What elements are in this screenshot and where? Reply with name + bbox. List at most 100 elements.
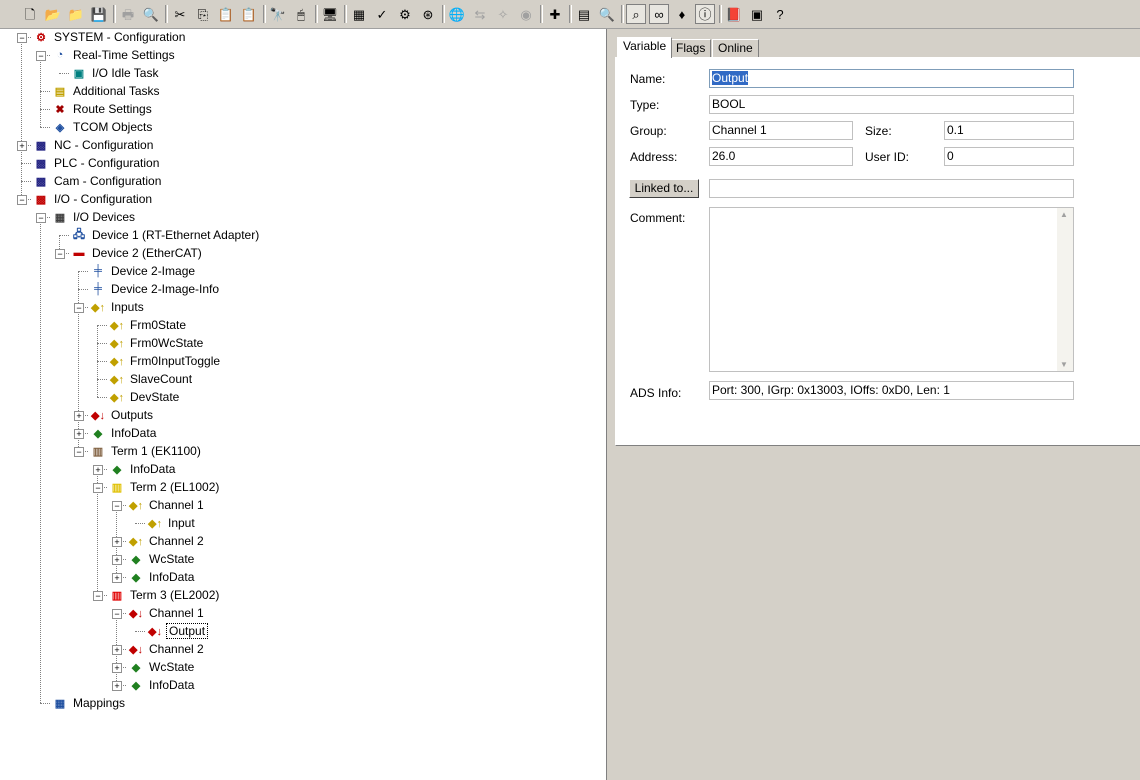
tree-node[interactable]: ▣ I/O Idle Task <box>71 64 160 82</box>
tree-node[interactable]: ▩ PLC - Configuration <box>33 154 161 172</box>
tree-node[interactable]: ◆↑ Input <box>147 514 197 532</box>
collapse-icon[interactable]: − <box>93 483 103 493</box>
collapse-icon[interactable]: − <box>112 609 122 619</box>
settings-icon[interactable]: ▣ <box>747 4 767 24</box>
toggle-icon[interactable]: ◉ <box>516 4 536 24</box>
tree-node[interactable]: ▥ Term 3 (EL2002) <box>109 586 221 604</box>
collapse-icon[interactable]: − <box>93 591 103 601</box>
linked-to-button[interactable]: Linked to... <box>629 179 699 198</box>
collapse-icon[interactable]: − <box>55 249 65 259</box>
scan-icon[interactable]: ⇆ <box>470 4 490 24</box>
open-icon[interactable]: 📂 <box>43 4 63 24</box>
size-field[interactable]: 0.1 <box>944 121 1074 140</box>
activate-config-icon[interactable]: ⚙ <box>395 4 415 24</box>
tree-node[interactable]: ◆↓ Channel 2 <box>128 640 206 658</box>
new-icon[interactable]: 🗋 <box>20 4 40 24</box>
tab-online[interactable]: Online <box>712 39 759 57</box>
expand-icon[interactable]: + <box>112 681 122 691</box>
paste-icon[interactable]: 📋 <box>216 4 236 24</box>
tree-node[interactable]: ▬ Device 2 (EtherCAT) <box>71 244 204 262</box>
tree-node[interactable]: ◆ WcState <box>128 658 196 676</box>
help-icon[interactable]: ? <box>770 4 790 24</box>
open-folder-icon[interactable]: 📁 <box>66 4 86 24</box>
tab-flags[interactable]: Flags <box>670 39 712 57</box>
tree-node[interactable]: ◆↓ Channel 1 <box>128 604 206 622</box>
tree-node[interactable]: ▩ I/O - Configuration <box>33 190 154 208</box>
tree-node[interactable]: ◆↑ Frm0State <box>109 316 188 334</box>
variable-icon[interactable]: ♦ <box>672 4 692 24</box>
info-icon[interactable]: ⓘ <box>695 4 715 24</box>
tree-node[interactable]: ◆ InfoData <box>90 424 158 442</box>
tab-variable[interactable]: Variable <box>617 37 673 58</box>
tree-node[interactable]: 🖧 Device 1 (RT-Ethernet Adapter) <box>71 226 261 244</box>
cut-icon[interactable]: ✂ <box>170 4 190 24</box>
collapse-icon[interactable]: − <box>17 195 27 205</box>
tree-node[interactable]: ▤ Additional Tasks <box>52 82 162 100</box>
scroll-down-icon[interactable]: ▼ <box>1060 360 1068 369</box>
scroll-up-icon[interactable]: ▲ <box>1060 210 1068 219</box>
expand-icon[interactable]: + <box>17 141 27 151</box>
book-icon[interactable]: 📕 <box>724 4 744 24</box>
tree-node[interactable]: ▩ NC - Configuration <box>33 136 155 154</box>
collapse-icon[interactable]: − <box>74 447 84 457</box>
ads-info-field[interactable]: Port: 300, IGrp: 0x13003, IOffs: 0xD0, L… <box>709 381 1074 400</box>
copy-icon[interactable]: ⎘ <box>193 4 213 24</box>
zoom-icon[interactable]: 🔍 <box>597 4 617 24</box>
expand-icon[interactable]: + <box>112 573 122 583</box>
find-icon[interactable]: 🔭 <box>268 4 288 24</box>
collapse-icon[interactable]: − <box>74 303 84 313</box>
tree-node[interactable]: ▩ Cam - Configuration <box>33 172 163 190</box>
generate-mappings-icon[interactable]: ▦ <box>349 4 369 24</box>
tree-node[interactable]: ◆ WcState <box>128 550 196 568</box>
tree-node[interactable]: ⚙ SYSTEM - Configuration <box>33 29 187 46</box>
check-icon[interactable]: ✓ <box>372 4 392 24</box>
tree-node[interactable]: ╪ Device 2-Image-Info <box>90 280 221 298</box>
tree-node[interactable]: ◔ Real-Time Settings <box>52 46 177 64</box>
online-glasses-icon[interactable]: ∞ <box>649 4 669 24</box>
collapse-icon[interactable]: − <box>112 501 122 511</box>
tree-node[interactable]: ◆↑ Inputs <box>90 298 146 316</box>
tree-node[interactable]: ◆↑ DevState <box>109 388 181 406</box>
tree-node[interactable]: ◆↑ SlaveCount <box>109 370 194 388</box>
expand-icon[interactable]: + <box>74 411 84 421</box>
userid-field[interactable]: 0 <box>944 147 1074 166</box>
expand-icon[interactable]: + <box>112 537 122 547</box>
target-system-icon[interactable]: 🌐 <box>447 4 467 24</box>
group-field[interactable]: Channel 1 <box>709 121 853 140</box>
paste-special-icon[interactable]: 📋 <box>239 4 259 24</box>
tree-node[interactable]: ◆↓ Output <box>147 622 209 640</box>
tree-node[interactable]: ╪ Device 2-Image <box>90 262 197 280</box>
run-mode-icon[interactable]: ⊛ <box>418 4 438 24</box>
expand-icon[interactable]: + <box>112 663 122 673</box>
collapse-icon[interactable]: − <box>36 51 46 61</box>
add-icon[interactable]: ✚ <box>545 4 565 24</box>
linked-to-field[interactable] <box>709 179 1074 198</box>
tree-node[interactable]: ◆ InfoData <box>109 460 177 478</box>
wand-icon[interactable]: ✧ <box>493 4 513 24</box>
monitor-icon[interactable]: 🖥 <box>320 4 340 24</box>
tree-node[interactable]: ◆ InfoData <box>128 568 196 586</box>
tree-node[interactable]: ▦ Mappings <box>52 694 127 712</box>
expand-icon[interactable]: + <box>112 645 122 655</box>
tree-node[interactable]: ✖ Route Settings <box>52 100 154 118</box>
tree-node[interactable]: ◆↑ Channel 1 <box>128 496 206 514</box>
comment-scrollbar[interactable]: ▲ ▼ <box>1057 208 1073 371</box>
collapse-icon[interactable]: − <box>17 33 27 43</box>
tree-node[interactable]: ◆↑ Frm0WcState <box>109 334 205 352</box>
tree-node[interactable]: ◆↑ Frm0InputToggle <box>109 352 222 370</box>
expand-icon[interactable]: + <box>74 429 84 439</box>
expand-icon[interactable]: + <box>93 465 103 475</box>
link-search-icon[interactable]: ⌕ <box>626 4 646 24</box>
print-icon[interactable]: 🖶 <box>118 4 138 24</box>
save-icon[interactable]: 💾 <box>89 4 109 24</box>
print-preview-icon[interactable]: 🔍 <box>141 4 161 24</box>
name-field[interactable]: Output <box>709 69 1074 88</box>
tree-node[interactable]: ◈ TCOM Objects <box>52 118 154 136</box>
tree-node[interactable]: ◆ InfoData <box>128 676 196 694</box>
expand-icon[interactable]: + <box>112 555 122 565</box>
collapse-icon[interactable]: − <box>36 213 46 223</box>
tree-node[interactable]: ◆↑ Channel 2 <box>128 532 206 550</box>
mouse-icon[interactable]: 🖱 <box>291 4 311 24</box>
tree-node[interactable]: ▥ Term 2 (EL1002) <box>109 478 221 496</box>
configuration-tree[interactable]: − ⚙ SYSTEM - Configuration − ◔ Real-Time Sett… <box>0 29 607 780</box>
